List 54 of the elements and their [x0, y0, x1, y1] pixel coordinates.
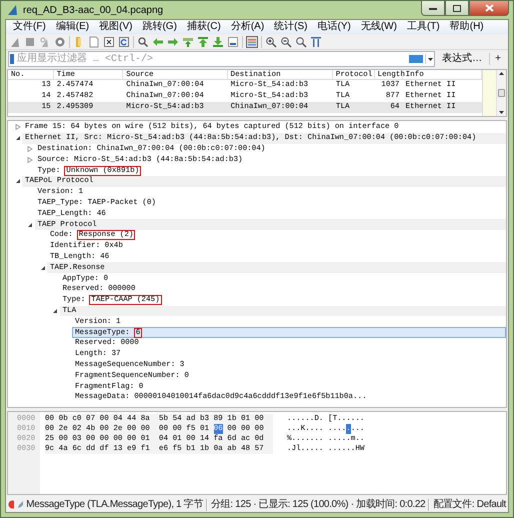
menu-item[interactable]: 跳转(G)	[137, 21, 182, 33]
expression-button[interactable]: 表达式…	[438, 53, 486, 65]
menu-item[interactable]: 视图(V)	[94, 21, 138, 33]
collapsed-arrow-icon[interactable]	[14, 124, 20, 130]
menu-item[interactable]: 编辑(E)	[50, 21, 94, 33]
jump-icon[interactable]	[182, 36, 194, 48]
collapsed-arrow-icon[interactable]	[27, 156, 33, 163]
close-icon	[484, 4, 494, 12]
menu-item[interactable]: 捕获(C)	[182, 21, 226, 33]
expanded-arrow-icon[interactable]	[14, 135, 20, 142]
reload-icon[interactable]	[118, 36, 130, 48]
close-file-icon[interactable]	[103, 36, 115, 48]
menu-item[interactable]: 无线(W)	[356, 21, 402, 33]
zoom-out-icon[interactable]	[280, 36, 292, 48]
menu-item[interactable]: 工具(T)	[402, 21, 445, 33]
colorize-icon[interactable]	[246, 36, 258, 48]
menu-item[interactable]: 文件(F)	[8, 21, 51, 33]
last-icon[interactable]	[212, 36, 224, 48]
display-filter-field[interactable]: 应用显示过滤器 … <Ctrl-/>	[8, 51, 436, 67]
zoom-in-icon[interactable]	[265, 36, 277, 48]
expanded-arrow-icon[interactable]	[27, 222, 33, 228]
expanded-arrow-icon[interactable]	[14, 178, 20, 184]
minimize-button[interactable]	[421, 1, 445, 16]
status-packet-counts: 分组: 125 · 已显示: 125 (100.0%) · 加载时间: 0:0.22	[211, 498, 426, 510]
maximize-button[interactable]	[445, 1, 469, 16]
expert-info-icon[interactable]	[8, 500, 14, 509]
expanded-arrow-icon[interactable]	[52, 308, 58, 314]
resize-columns-icon[interactable]	[310, 36, 322, 48]
menu-item[interactable]: 电话(Y)	[312, 21, 356, 33]
status-profile[interactable]: 配置文件: Default	[433, 498, 506, 510]
zoom-reset-icon[interactable]	[295, 36, 307, 48]
menu-item[interactable]: 统计(S)	[269, 21, 312, 33]
scrollbar[interactable]	[496, 70, 506, 116]
add-filter-button[interactable]: +	[489, 53, 506, 65]
first-icon[interactable]	[197, 36, 209, 48]
scroll-up-icon[interactable]	[499, 72, 504, 75]
dropdown-caret-icon[interactable]	[425, 54, 434, 64]
restart-icon[interactable]	[39, 36, 51, 48]
menu-item[interactable]: 帮助(H)	[444, 21, 489, 33]
maximize-icon	[453, 4, 461, 12]
menu-item[interactable]: 分析(A)	[226, 21, 270, 33]
apply-filter-button[interactable]	[409, 55, 424, 63]
options-icon[interactable]	[54, 36, 66, 48]
search-icon[interactable]	[137, 36, 149, 48]
window-title: req_AD_B3-aac_00_04.pcapng	[23, 4, 164, 16]
shark-fin-icon	[7, 4, 19, 16]
close-button[interactable]	[469, 1, 509, 16]
minimize-icon	[429, 6, 437, 10]
expanded-arrow-icon[interactable]	[40, 264, 46, 271]
autoscroll-icon[interactable]	[227, 36, 239, 48]
status-field-info: MessageType (TLA.MessageType), 1 字节	[26, 498, 203, 510]
scroll-thumb[interactable]	[498, 89, 505, 97]
collapsed-arrow-icon[interactable]	[27, 146, 33, 152]
scroll-down-icon[interactable]	[499, 111, 504, 114]
